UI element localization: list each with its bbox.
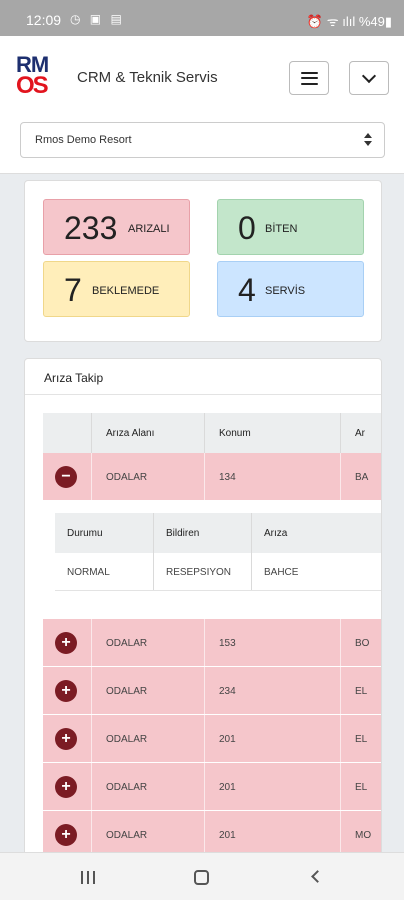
stat-beklemede[interactable]: 7 BEKLEMEDE bbox=[43, 261, 190, 317]
table-row[interactable]: + ODALAR 201 EL bbox=[43, 763, 381, 811]
cell-alan: ODALAR bbox=[106, 686, 148, 697]
expand-row-icon[interactable]: + bbox=[55, 632, 77, 654]
stat-value: 4 bbox=[238, 272, 256, 308]
home-icon[interactable] bbox=[194, 870, 209, 885]
cell-alan: ODALAR bbox=[106, 782, 148, 793]
row-detail: Durumu Bildiren Arıza NORMAL RESEPSIYON … bbox=[43, 501, 381, 619]
table-header: Arıza Alanı Konum Ar bbox=[43, 413, 381, 453]
stat-servis[interactable]: 4 SERVİS bbox=[217, 261, 364, 317]
table-row[interactable]: − ODALAR 134 BA bbox=[43, 453, 381, 501]
system-status-icons: ⏰ ᯤ ılıl %49▮ bbox=[306, 14, 392, 29]
system-nav-bar bbox=[0, 852, 404, 900]
detail-col-bildiren: Bildiren bbox=[166, 528, 200, 539]
cell-alan: ODALAR bbox=[106, 472, 148, 483]
cell-alan: ODALAR bbox=[106, 830, 148, 841]
detail-ariza: BAHCE bbox=[264, 567, 299, 578]
cell-konum: 134 bbox=[219, 472, 236, 483]
cell-konum: 201 bbox=[219, 734, 236, 745]
expand-row-icon[interactable]: + bbox=[55, 824, 77, 846]
detail-col-durumu: Durumu bbox=[67, 528, 103, 539]
status-bar: 12:09 ◷ ▣ ▤ ⏰ ᯤ ılıl %49▮ bbox=[0, 0, 404, 36]
table-row[interactable]: + ODALAR 201 MO bbox=[43, 811, 381, 857]
stat-value: 233 bbox=[64, 210, 118, 246]
table-row[interactable]: + ODALAR 201 EL bbox=[43, 715, 381, 763]
detail-panel: Durumu Bildiren Arıza NORMAL RESEPSIYON … bbox=[43, 501, 381, 619]
stat-label: BİTEN bbox=[265, 223, 298, 235]
stat-label: BEKLEMEDE bbox=[92, 285, 160, 297]
expand-row-icon[interactable]: + bbox=[55, 776, 77, 798]
table-row[interactable]: + ODALAR 153 BO bbox=[43, 619, 381, 667]
cell-ariza: BO bbox=[355, 638, 370, 649]
app-header: RM OS CRM & Teknik Servis Rmos Demo Reso… bbox=[0, 36, 404, 174]
app-title: CRM & Teknik Servis bbox=[77, 69, 218, 86]
detail-durumu: NORMAL bbox=[67, 567, 110, 578]
expand-row-icon[interactable]: + bbox=[55, 728, 77, 750]
header-cell bbox=[43, 413, 92, 453]
detail-header: Durumu Bildiren Arıza bbox=[55, 513, 381, 553]
cell-konum: 234 bbox=[219, 686, 236, 697]
recent-apps-icon[interactable] bbox=[81, 871, 96, 884]
stat-biten[interactable]: 0 BİTEN bbox=[217, 199, 364, 255]
stat-value: 7 bbox=[64, 272, 82, 308]
detail-row: NORMAL RESEPSIYON BAHCE bbox=[55, 553, 381, 591]
card-title: Arıza Takip bbox=[44, 371, 104, 385]
cell-konum: 201 bbox=[219, 830, 236, 841]
select-arrows-icon bbox=[364, 132, 372, 148]
cell-ariza: MO bbox=[355, 830, 372, 841]
menu-button[interactable] bbox=[289, 61, 329, 95]
logo-bottom: OS bbox=[16, 72, 49, 99]
hamburger-icon bbox=[300, 71, 318, 85]
stat-arizali[interactable]: 233 ARIZALI bbox=[43, 199, 190, 255]
notification-icons: ◷ ▣ ▤ bbox=[70, 12, 125, 26]
header-cell-konum[interactable]: Konum bbox=[205, 413, 341, 453]
status-time: 12:09 bbox=[26, 12, 62, 28]
card-header: Arıza Takip bbox=[25, 359, 381, 395]
chevron-down-icon bbox=[361, 68, 377, 83]
cell-konum: 153 bbox=[219, 638, 236, 649]
ariza-takip-card: Arıza Takip Arıza Alanı Konum Ar − ODALA… bbox=[24, 358, 382, 858]
detail-col-ariza: Arıza bbox=[264, 528, 288, 539]
stat-label: ARIZALI bbox=[128, 223, 170, 235]
header-cell-ariza-alani[interactable]: Arıza Alanı bbox=[92, 413, 205, 453]
dropdown-toggle-button[interactable] bbox=[349, 61, 389, 95]
expand-row-icon[interactable]: + bbox=[55, 680, 77, 702]
stat-label: SERVİS bbox=[265, 285, 306, 297]
cell-ariza: EL bbox=[355, 734, 368, 745]
hotel-select[interactable]: Rmos Demo Resort bbox=[20, 122, 385, 158]
table-row[interactable]: + ODALAR 234 EL bbox=[43, 667, 381, 715]
cell-ariza: EL bbox=[355, 686, 368, 697]
cell-konum: 201 bbox=[219, 782, 236, 793]
detail-bildiren: RESEPSIYON bbox=[166, 567, 232, 578]
cell-ariza: BA bbox=[355, 472, 369, 483]
cell-alan: ODALAR bbox=[106, 638, 148, 649]
hotel-select-value: Rmos Demo Resort bbox=[35, 134, 132, 146]
stat-value: 0 bbox=[238, 210, 256, 246]
rmos-logo: RM OS bbox=[16, 54, 66, 100]
stats-card: 233 ARIZALI 0 BİTEN 7 BEKLEMEDE 4 SERVİS bbox=[24, 180, 382, 342]
back-icon[interactable] bbox=[311, 870, 324, 883]
cell-ariza: EL bbox=[355, 782, 368, 793]
header-cell-ariza[interactable]: Ar bbox=[341, 413, 381, 453]
cell-alan: ODALAR bbox=[106, 734, 148, 745]
collapse-row-icon[interactable]: − bbox=[55, 466, 77, 488]
